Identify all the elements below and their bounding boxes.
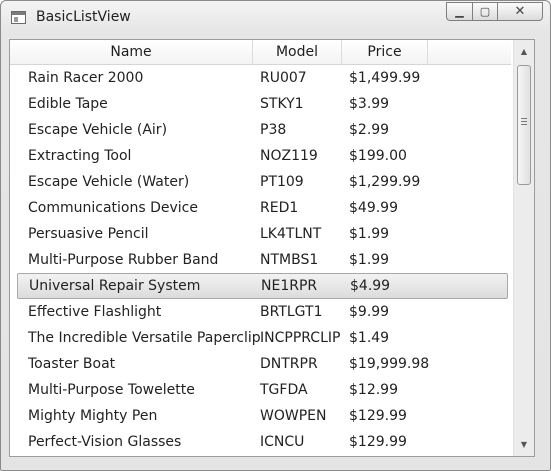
list-item[interactable]: Escape Vehicle (Air) P38 $2.99: [10, 117, 511, 143]
item-name: Persuasive Pencil: [28, 226, 149, 242]
item-price: $129.99: [349, 434, 407, 450]
list-item[interactable]: The Incredible Versatile Paperclip INCPPR…: [10, 325, 511, 351]
item-model: TGFDA: [260, 382, 308, 398]
list-item[interactable]: Rain Racer 2000 RU007 $1,499.99: [10, 65, 511, 91]
item-price: $49.99: [349, 200, 398, 216]
list-item[interactable]: Perfect-Vision Glasses ICNCU $129.99: [10, 429, 511, 455]
item-name: Edible Tape: [28, 96, 108, 112]
item-price: $129.99: [349, 408, 407, 424]
list-rows: Rain Racer 2000 RU007 $1,499.99 Edible Tape…: [10, 65, 511, 455]
scroll-up-arrow-icon[interactable]: ▲: [514, 43, 534, 60]
list-item[interactable]: Multi-Purpose Rubber Band NTMBS1 $1.99: [10, 247, 511, 273]
item-name: Extracting Tool: [28, 148, 132, 164]
item-name: Multi-Purpose Rubber Band: [28, 252, 219, 268]
item-model: RED1: [260, 200, 299, 216]
app-window-icon[interactable]: [11, 11, 26, 24]
item-price: $1.99: [349, 226, 390, 242]
scroll-down-arrow-icon[interactable]: ▼: [514, 436, 534, 453]
item-model: NOZ119: [260, 148, 318, 164]
close-button[interactable]: ✕: [498, 2, 543, 21]
item-name: Perfect-Vision Glasses: [28, 434, 182, 450]
list-view[interactable]: Name Model Price Rain Racer 2000 RU007 $1,…: [9, 39, 535, 457]
list-item[interactable]: Toaster Boat DNTRPR $19,999.98: [10, 351, 511, 377]
item-model: DNTRPR: [260, 356, 318, 372]
item-name: Escape Vehicle (Air): [28, 122, 168, 138]
item-name: Multi-Purpose Towelette: [28, 382, 195, 398]
list-item[interactable]: Mighty Mighty Pen WOWPEN $129.99: [10, 403, 511, 429]
list-item[interactable]: Multi-Purpose Towelette TGFDA $12.99: [10, 377, 511, 403]
column-header-model[interactable]: Model: [253, 40, 342, 64]
item-price: $199.00: [349, 148, 407, 164]
minimize-button[interactable]: ▁: [446, 2, 472, 21]
item-price: $1,299.99: [349, 174, 421, 190]
vertical-scrollbar[interactable]: ▲ ▼: [513, 40, 534, 456]
list-item[interactable]: Effective Flashlight BRTLGT1 $9.99: [10, 299, 511, 325]
scrollbar-thumb[interactable]: [517, 65, 531, 185]
list-item[interactable]: Edible Tape STKY1 $3.99: [10, 91, 511, 117]
item-price: $3.99: [349, 96, 390, 112]
app-window: BasicListView ▁ ▢ ✕ Name Model Price Rai…: [0, 0, 551, 471]
item-model: INCPPRCLIP: [260, 330, 341, 346]
maximize-button[interactable]: ▢: [472, 2, 498, 21]
item-model: WOWPEN: [260, 408, 327, 424]
item-price: $4.99: [350, 278, 391, 294]
window-title: BasicListView: [36, 9, 131, 25]
item-price: $1.49: [349, 330, 390, 346]
list-item-selected[interactable]: Universal Repair System NE1RPR $4.99: [17, 273, 508, 299]
item-model: ICNCU: [260, 434, 305, 450]
item-price: $9.99: [349, 304, 390, 320]
column-header-price[interactable]: Price: [342, 40, 428, 64]
item-model: STKY1: [260, 96, 304, 112]
item-name: Mighty Mighty Pen: [28, 408, 158, 424]
item-model: NTMBS1: [260, 252, 319, 268]
caption-buttons: ▁ ▢ ✕: [446, 2, 543, 22]
item-model: RU007: [260, 70, 307, 86]
list-item[interactable]: Communications Device RED1 $49.99: [10, 195, 511, 221]
item-price: $12.99: [349, 382, 398, 398]
item-name: Escape Vehicle (Water): [28, 174, 190, 190]
item-price: $1,499.99: [349, 70, 421, 86]
item-name: Toaster Boat: [28, 356, 116, 372]
item-name: Communications Device: [28, 200, 198, 216]
item-name: The Incredible Versatile Paperclip: [28, 330, 261, 346]
item-name: Universal Repair System: [29, 278, 201, 294]
list-item[interactable]: Escape Vehicle (Water) PT109 $1,299.99: [10, 169, 511, 195]
item-price: $2.99: [349, 122, 390, 138]
column-header: Name Model Price: [10, 40, 511, 65]
list-item[interactable]: Extracting Tool NOZ119 $199.00: [10, 143, 511, 169]
item-model: LK4TLNT: [260, 226, 322, 242]
item-model: NE1RPR: [261, 278, 318, 294]
item-price: $1.99: [349, 252, 390, 268]
item-name: Effective Flashlight: [28, 304, 162, 320]
item-model: BRTLGT1: [260, 304, 323, 320]
item-model: P38: [260, 122, 287, 138]
item-price: $19,999.98: [349, 356, 430, 372]
item-name: Rain Racer 2000: [28, 70, 144, 86]
title-bar[interactable]: BasicListView ▁ ▢ ✕: [1, 1, 550, 35]
column-header-name[interactable]: Name: [10, 40, 253, 64]
item-model: PT109: [260, 174, 304, 190]
list-item[interactable]: Persuasive Pencil LK4TLNT $1.99: [10, 221, 511, 247]
